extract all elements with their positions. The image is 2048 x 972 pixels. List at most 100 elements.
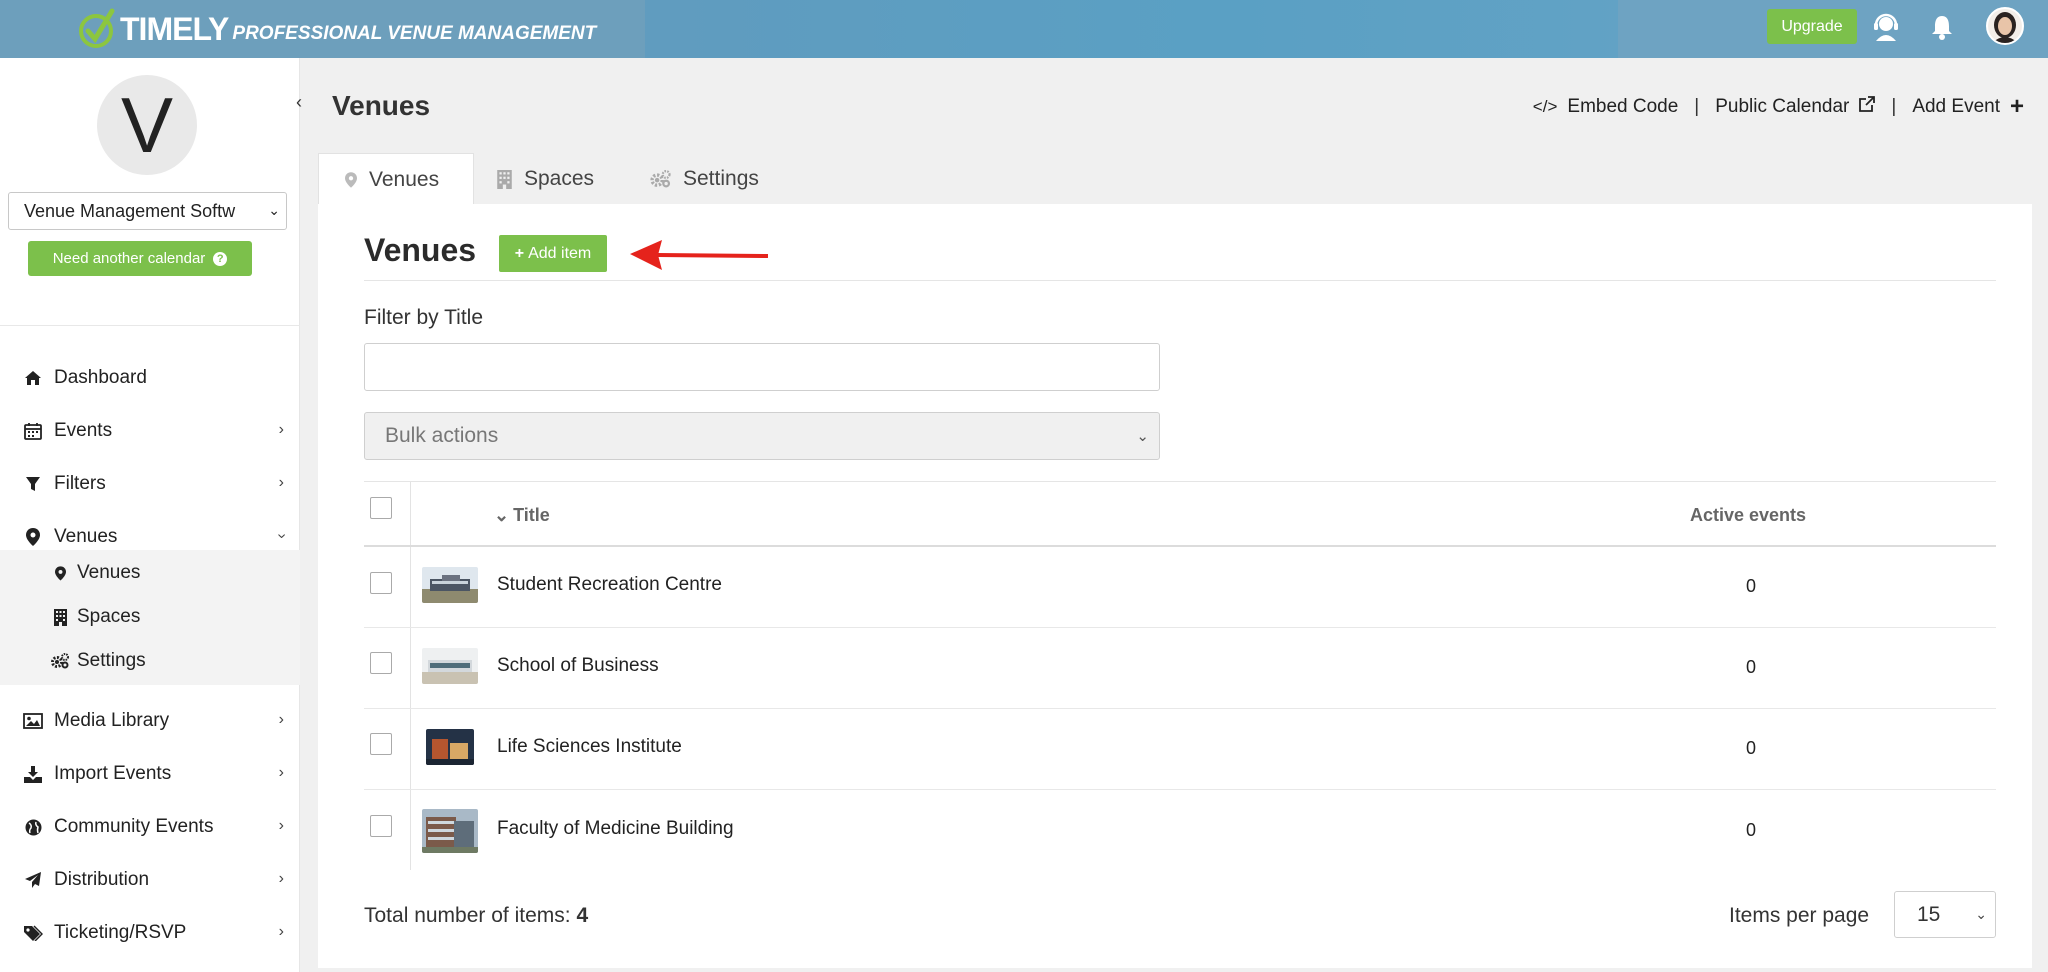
chevron-down-icon: › (273, 533, 291, 539)
question-icon: ? (213, 251, 228, 266)
external-link-icon[interactable] (1859, 96, 1876, 118)
row-checkbox[interactable] (370, 652, 392, 674)
subnav-item-spaces[interactable]: Spaces (0, 597, 300, 637)
sidebar-divider (0, 325, 300, 326)
active-events-count: 0 (1746, 820, 1757, 840)
venue-thumbnail[interactable] (422, 648, 478, 684)
venue-thumbnail[interactable] (422, 809, 478, 853)
sidebar-item-label: Venues (54, 526, 118, 547)
table-top-border (364, 481, 1996, 482)
sidebar-item-label: Import Events (54, 763, 172, 784)
tab-label: Spaces (524, 167, 595, 190)
sidebar-item-label: Media Library (54, 710, 170, 731)
sidebar-item-filters[interactable]: Filters › (0, 462, 300, 506)
upgrade-button[interactable]: Upgrade (1767, 9, 1857, 44)
embed-code-link[interactable]: Embed Code (1567, 96, 1678, 118)
image-icon (23, 713, 43, 729)
logo-check-icon (78, 7, 118, 51)
items-per-page-value: 15 (1917, 902, 1941, 926)
building-icon (497, 169, 512, 189)
chevron-right-icon: › (278, 421, 284, 438)
venue-title-link[interactable]: Faculty of Medicine Building (497, 818, 734, 840)
paper-plane-icon (23, 871, 43, 889)
venue-thumbnail[interactable] (422, 567, 478, 603)
chevron-right-icon: › (278, 474, 284, 491)
row-checkbox[interactable] (370, 572, 392, 594)
bulk-actions-select[interactable]: Bulk actions ⌄ (364, 412, 1160, 460)
calendar-select-value: Venue Management Softw (24, 200, 236, 221)
plus-icon: + (514, 244, 525, 262)
embed-code-icon[interactable]: </> (1533, 97, 1558, 117)
subnav-item-venues[interactable]: Venues (0, 553, 300, 593)
map-pin-icon (51, 565, 69, 581)
need-another-calendar-label: Need another calendar (52, 250, 206, 267)
row-checkbox[interactable] (370, 733, 392, 755)
venue-thumbnail[interactable] (426, 729, 474, 765)
items-per-page-select[interactable]: 15 ⌄ (1894, 891, 1996, 938)
add-item-button[interactable]: + Add item (499, 235, 607, 272)
tag-icon (23, 925, 43, 941)
red-arrow-annotation (630, 240, 769, 270)
bulk-actions-value: Bulk actions (385, 424, 499, 447)
venue-title-link[interactable]: School of Business (497, 655, 659, 677)
collapse-sidebar-icon[interactable]: ‹ (296, 92, 302, 113)
items-per-page-label: Items per page (1729, 904, 1870, 927)
sidebar-item-label: Filters (54, 473, 106, 494)
chevron-down-icon: ⌄ (1136, 428, 1149, 445)
globe-icon (23, 819, 43, 836)
add-item-label: Add item (528, 244, 592, 262)
venue-title-link[interactable]: Student Recreation Centre (497, 574, 722, 596)
table-header-border (364, 545, 1996, 547)
total-items: Total number of items: 4 (364, 904, 588, 928)
sidebar-item-label: Dashboard (54, 367, 147, 388)
sidebar-item-community-events[interactable]: Community Events › (0, 805, 300, 849)
building-icon (51, 608, 69, 626)
sidebar-item-distribution[interactable]: Distribution › (0, 858, 300, 902)
select-all-checkbox[interactable] (370, 497, 392, 519)
top-bar: TIMELY PROFESSIONAL VENUE MANAGEMENT Upg… (0, 0, 2048, 58)
filter-by-title-label: Filter by Title (364, 306, 484, 329)
chevron-down-icon: ⌄ (268, 202, 280, 218)
filter-by-title-input[interactable] (364, 343, 1160, 391)
tab-venues[interactable]: Venues (318, 153, 474, 205)
filter-icon (23, 476, 43, 492)
sidebar-item-label: Community Events (54, 816, 214, 837)
subnav-item-settings[interactable]: Settings (0, 641, 300, 681)
column-header-active-events[interactable]: Active events (1690, 505, 1806, 526)
sidebar-item-import-events[interactable]: Import Events › (0, 752, 300, 796)
support-agent-icon[interactable] (1871, 12, 1901, 42)
sidebar-item-dashboard[interactable]: Dashboard (0, 356, 300, 400)
active-events-count: 0 (1746, 576, 1757, 596)
sidebar-item-media-library[interactable]: Media Library › (0, 699, 300, 743)
sort-chevron-icon: ⌄ (494, 505, 510, 525)
public-calendar-link[interactable]: Public Calendar (1715, 96, 1849, 118)
chevron-right-icon: › (278, 923, 284, 940)
timely-logo[interactable]: TIMELY PROFESSIONAL VENUE MANAGEMENT (78, 4, 596, 54)
venue-title-link[interactable]: Life Sciences Institute (497, 736, 682, 758)
sidebar-item-label: Distribution (54, 869, 150, 890)
sidebar: V Venue Management Softw ⌄ Need another … (0, 58, 300, 972)
tab-spaces[interactable]: Spaces (497, 153, 594, 205)
need-another-calendar-button[interactable]: Need another calendar ? (28, 241, 252, 276)
tab-settings[interactable]: Settings (650, 153, 759, 205)
sidebar-item-events[interactable]: Events › (0, 409, 300, 453)
row-divider (364, 627, 1996, 628)
plus-icon[interactable]: + (2010, 93, 2024, 121)
sidebar-item-ticketing-rsvp[interactable]: Ticketing/RSVP › (0, 911, 300, 955)
chevron-down-icon: ⌄ (1975, 906, 1987, 922)
download-icon (23, 765, 43, 783)
column-header-title[interactable]: ⌄ Title (494, 505, 550, 526)
total-items-label: Total number of items: (364, 904, 571, 927)
total-items-value: 4 (576, 904, 589, 927)
cogs-icon (51, 653, 69, 669)
sidebar-item-label: Ticketing/RSVP (54, 922, 187, 943)
calendar-select[interactable]: Venue Management Softw ⌄ (8, 192, 287, 230)
chevron-right-icon: › (278, 764, 284, 781)
user-avatar[interactable] (1986, 7, 2024, 45)
row-checkbox[interactable] (370, 815, 392, 837)
map-pin-icon (23, 528, 43, 546)
map-pin-icon (345, 171, 357, 188)
table-column-divider (410, 482, 411, 870)
notification-bell-icon[interactable] (1927, 12, 1957, 42)
add-event-link[interactable]: Add Event (1912, 96, 2000, 118)
